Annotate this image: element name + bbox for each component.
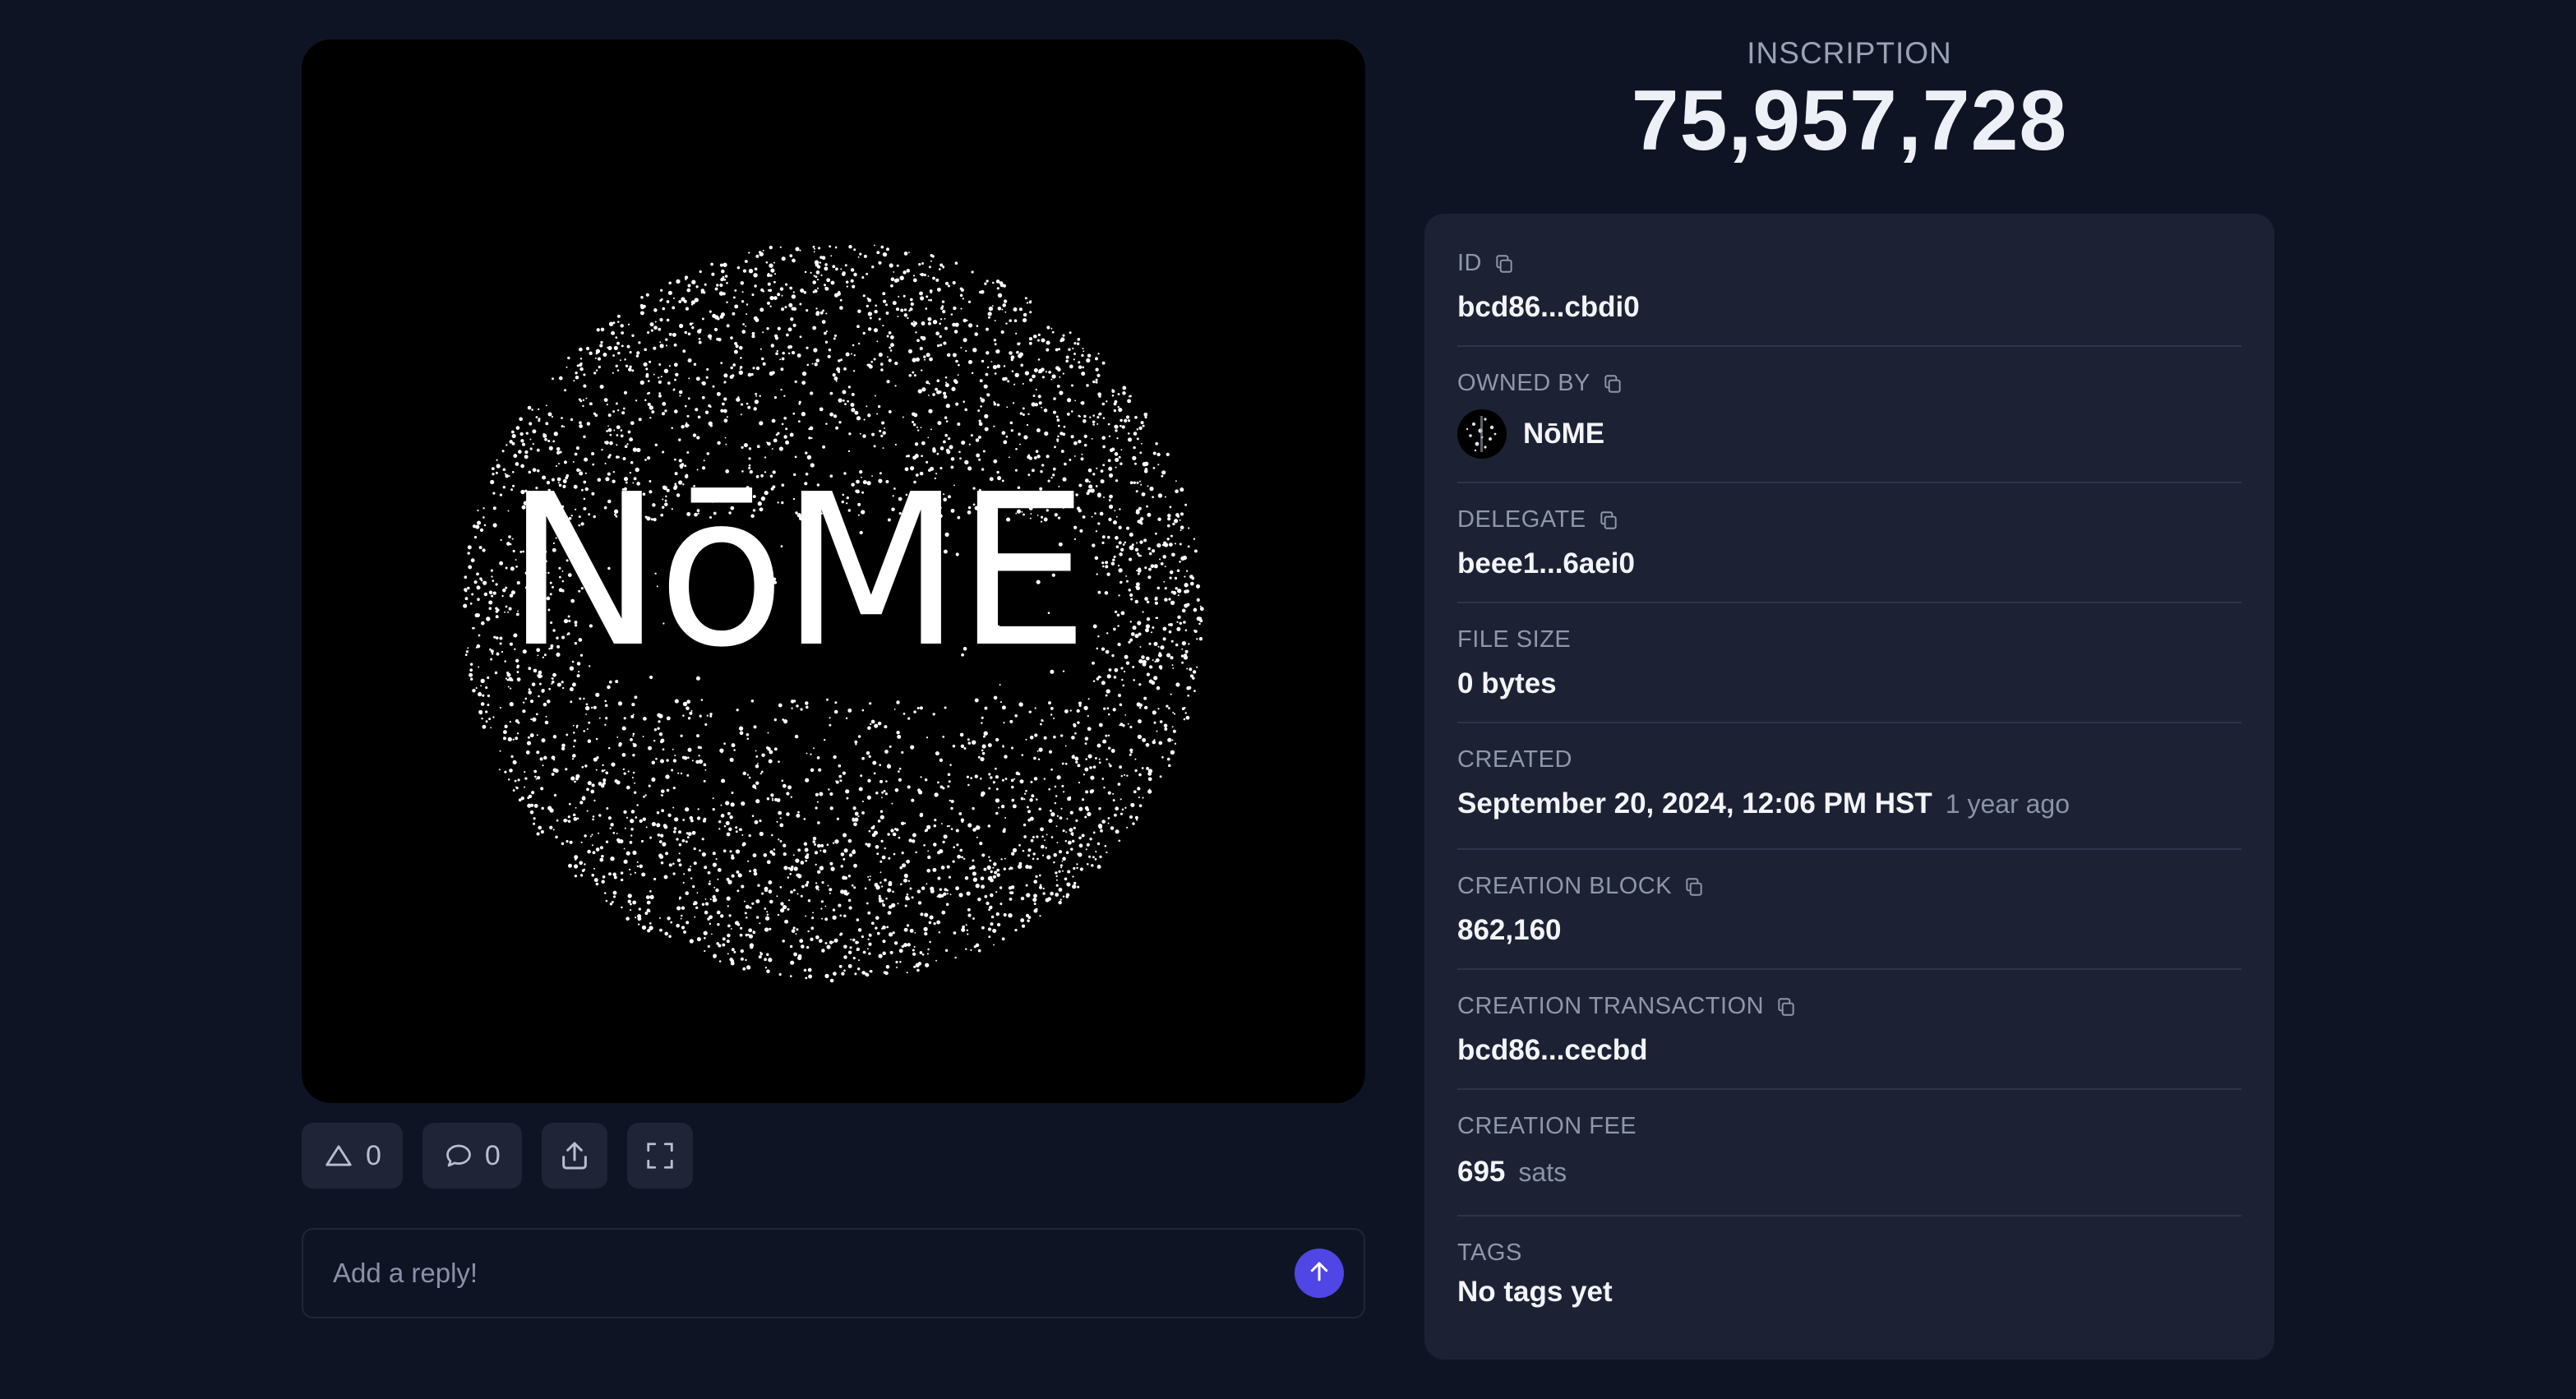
creation-transaction-value[interactable]: bcd86...cecbd <box>1457 1034 1647 1067</box>
inscription-label: INSCRIPTION <box>1747 36 1952 70</box>
nome-wordmark: NōME <box>506 450 1084 694</box>
triangle-up-icon <box>323 1140 354 1171</box>
owner-link[interactable]: NōME <box>1457 409 1604 459</box>
upvote-button[interactable]: 0 <box>302 1123 403 1189</box>
copy-icon[interactable] <box>1602 373 1623 395</box>
creation-block-value[interactable]: 862,160 <box>1457 914 1562 947</box>
created-value: September 20, 2024, 12:06 PM HST <box>1457 787 1932 820</box>
details-card: ID bcd86...cbdi0 OWNED BY NōME DELEGATE … <box>1424 214 2274 1360</box>
creation-fee-field: CREATION FEE 695 sats <box>1457 1090 2241 1217</box>
id-label: ID <box>1457 250 1482 276</box>
file-size-value: 0 bytes <box>1457 667 1557 700</box>
comment-bubble-icon <box>444 1141 473 1170</box>
share-button[interactable] <box>541 1123 607 1189</box>
reply-input[interactable] <box>331 1257 1295 1290</box>
owner-name: NōME <box>1523 418 1605 450</box>
creation-block-field: CREATION BLOCK 862,160 <box>1457 850 2241 970</box>
fullscreen-icon <box>644 1140 676 1171</box>
copy-icon[interactable] <box>1683 876 1705 898</box>
comment-count: 0 <box>484 1139 501 1171</box>
inscription-page: NōME 0 0 Add a reply! INSCRIPTION 75,957… <box>0 0 2576 1399</box>
copy-icon[interactable] <box>1775 996 1797 1018</box>
creation-transaction-field: CREATION TRANSACTION bcd86...cecbd <box>1457 970 2241 1090</box>
id-field: ID bcd86...cbdi0 <box>1457 214 2241 347</box>
delegate-label: DELEGATE <box>1457 506 1586 533</box>
inscription-artwork[interactable]: NōME <box>302 39 1365 1103</box>
created-relative: 1 year ago <box>1945 789 2070 819</box>
delegate-value[interactable]: beee1...6aei0 <box>1457 547 1635 580</box>
creation-fee-value: 695 <box>1457 1156 1506 1188</box>
owned-by-field: OWNED BY NōME <box>1457 347 2241 483</box>
creation-block-label: CREATION BLOCK <box>1457 873 1673 899</box>
fullscreen-button[interactable] <box>626 1123 693 1189</box>
comment-button[interactable]: 0 <box>422 1123 522 1189</box>
file-size-field: FILE SIZE 0 bytes <box>1457 603 2241 723</box>
copy-icon[interactable] <box>1493 253 1515 275</box>
inscription-actions: 0 0 <box>302 1123 693 1189</box>
tags-field: TAGS No tags yet <box>1457 1217 2241 1340</box>
avatar <box>1457 409 1507 459</box>
tags-label: TAGS <box>1457 1240 1522 1266</box>
arrow-up-icon <box>1307 1259 1332 1288</box>
file-size-label: FILE SIZE <box>1457 626 1572 653</box>
upvote-count: 0 <box>366 1139 381 1171</box>
inscription-number: 75,957,728 <box>1631 73 2068 169</box>
created-field: CREATED September 20, 2024, 12:06 PM HST… <box>1457 723 2241 850</box>
reply-box <box>302 1228 1365 1318</box>
creation-transaction-label: CREATION TRANSACTION <box>1457 993 1765 1019</box>
delegate-field: DELEGATE beee1...6aei0 <box>1457 483 2241 603</box>
send-reply-button[interactable] <box>1295 1249 1344 1298</box>
id-value[interactable]: bcd86...cbdi0 <box>1457 291 1640 324</box>
owned-by-label: OWNED BY <box>1457 370 1590 396</box>
creation-fee-unit: sats <box>1518 1157 1567 1187</box>
nome-artwork-image: NōME <box>302 39 1365 1103</box>
share-upload-icon <box>558 1139 591 1172</box>
tags-value: No tags yet <box>1457 1276 1613 1308</box>
copy-icon[interactable] <box>1598 510 1619 531</box>
created-label: CREATED <box>1457 746 1572 773</box>
creation-fee-label: CREATION FEE <box>1457 1113 1637 1139</box>
